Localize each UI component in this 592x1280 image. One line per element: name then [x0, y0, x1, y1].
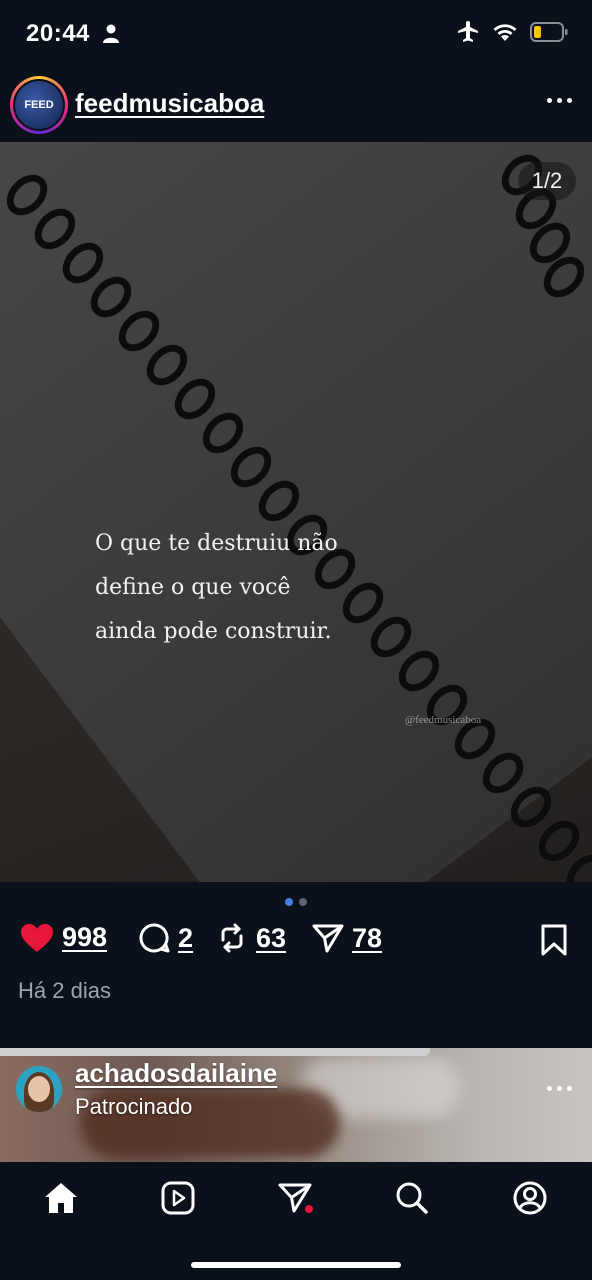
share-count[interactable]: 78 — [352, 923, 382, 954]
quote-line: O que te destruiu não — [95, 531, 338, 556]
like-count[interactable]: 998 — [62, 922, 107, 953]
comment-icon — [139, 923, 170, 953]
quote-line: define o que você — [95, 575, 291, 600]
more-options-button[interactable] — [547, 1086, 572, 1091]
reels-icon — [161, 1181, 195, 1215]
wifi-icon — [493, 24, 517, 41]
send-icon — [312, 924, 344, 953]
comment-button[interactable]: 2 — [138, 922, 193, 954]
post-header: FEED feedmusicaboa — [0, 70, 592, 142]
sponsored-label: Patrocinado — [75, 1094, 193, 1119]
nav-search[interactable] — [392, 1178, 432, 1218]
carousel-indicator — [0, 898, 592, 906]
post-username[interactable]: feedmusicaboa — [75, 88, 264, 119]
image-edge — [0, 1048, 430, 1056]
quote-text: O que te destruiu não define o que você … — [95, 522, 395, 654]
watermark: @feedmusicaboa — [405, 714, 482, 726]
next-post[interactable]: achadosdailaine Patrocinado — [0, 1048, 592, 1162]
dot-icon — [547, 98, 552, 103]
post-actions: 998 2 63 78 — [0, 922, 592, 962]
nav-direct[interactable] — [276, 1178, 316, 1218]
repost-button[interactable]: 63 — [216, 922, 286, 954]
avatar[interactable]: FEED — [10, 76, 68, 134]
nav-profile[interactable] — [510, 1178, 550, 1218]
dot-icon — [567, 98, 572, 103]
like-button[interactable]: 998 — [20, 922, 107, 953]
dot-icon — [547, 1086, 552, 1091]
page-counter: 1/2 — [518, 162, 576, 200]
avatar-logo: FEED — [15, 81, 63, 129]
status-bar: 20:44 — [0, 0, 592, 70]
carousel-dot — [299, 898, 307, 906]
dot-icon — [557, 1086, 562, 1091]
home-indicator[interactable] — [191, 1262, 401, 1268]
sponsor-avatar[interactable] — [16, 1066, 62, 1112]
dot-icon — [557, 98, 562, 103]
sponsor-username[interactable]: achadosdailaine — [75, 1058, 277, 1089]
search-icon — [396, 1182, 428, 1214]
nav-reels[interactable] — [158, 1178, 198, 1218]
repost-count[interactable]: 63 — [256, 923, 286, 954]
status-time: 20:44 — [26, 20, 90, 47]
home-icon — [45, 1183, 77, 1213]
bookmark-icon[interactable] — [540, 924, 568, 956]
repost-icon — [221, 923, 243, 953]
battery-icon — [530, 22, 568, 42]
share-button[interactable]: 78 — [312, 922, 382, 954]
post-image[interactable]: 1/2 O que te destruiu não define o que v… — [0, 142, 592, 882]
nav-home[interactable] — [41, 1178, 81, 1218]
send-icon — [278, 1183, 313, 1213]
comment-count[interactable]: 2 — [178, 923, 193, 954]
heart-icon — [21, 923, 53, 952]
more-options-button[interactable] — [547, 98, 572, 103]
post-timestamp: Há 2 dias — [18, 978, 111, 1003]
person-icon — [103, 24, 119, 43]
airplane-icon — [458, 21, 478, 42]
avatar-face — [28, 1076, 50, 1102]
dot-icon — [567, 1086, 572, 1091]
carousel-dot — [285, 898, 293, 906]
profile-icon — [513, 1181, 547, 1215]
quote-line: ainda pode construir. — [95, 619, 332, 644]
